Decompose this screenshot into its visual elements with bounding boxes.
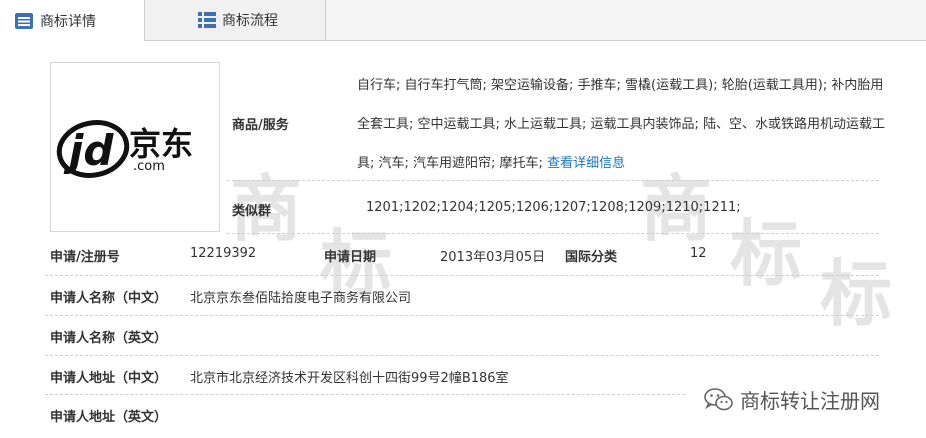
divider bbox=[227, 233, 879, 234]
logo-jd-text: jd bbox=[63, 126, 114, 175]
wechat-icon bbox=[704, 387, 734, 413]
logo-com-text: .com bbox=[133, 159, 165, 174]
intl-class-value: 12 bbox=[690, 246, 707, 261]
tab-bar: 商标详情 商标流程 bbox=[0, 0, 926, 41]
goods-services-value: 自行车; 自行车打气筒; 架空运输设备; 手推车; 雪橇(运载工具); 轮胎(运… bbox=[357, 66, 887, 183]
applicant-name-en-label: 申请人名称（英文） bbox=[50, 331, 168, 346]
apply-date-label: 申请日期 bbox=[324, 250, 377, 265]
applicant-address-en-label: 申请人地址（英文） bbox=[50, 410, 168, 425]
watermark-glyph: 标 bbox=[820, 252, 893, 336]
divider bbox=[227, 180, 879, 181]
view-details-link[interactable]: 查看详细信息 bbox=[547, 156, 625, 171]
goods-services-label: 商品/服务 bbox=[232, 118, 289, 133]
list-icon bbox=[14, 12, 34, 30]
intl-class-label: 国际分类 bbox=[565, 250, 618, 265]
grid-icon bbox=[198, 12, 216, 28]
applicant-address-cn-value: 北京市北京经济技术开发区科创十四街99号2幢B186室 bbox=[190, 371, 509, 386]
divider bbox=[45, 355, 879, 356]
applicant-name-cn-value: 北京京东叁佰陆拾度电子商务有限公司 bbox=[190, 291, 412, 306]
divider bbox=[45, 394, 685, 395]
registration-no-label: 申请/注册号 bbox=[50, 250, 120, 265]
applicant-address-cn-label: 申请人地址（中文） bbox=[50, 371, 168, 386]
divider bbox=[45, 275, 879, 276]
watermark-glyph: 标 bbox=[730, 212, 803, 296]
trademark-logo: jd 京东 .com bbox=[50, 62, 220, 232]
divider bbox=[45, 315, 879, 316]
watermark-text: 商标转让注册网 bbox=[740, 389, 880, 413]
registration-no-value: 12219392 bbox=[190, 246, 257, 261]
applicant-name-cn-label: 申请人名称（中文） bbox=[50, 291, 168, 306]
tab-label: 商标详情 bbox=[40, 13, 96, 30]
apply-date-value: 2013年03月05日 bbox=[440, 250, 546, 265]
tab-trademark-process[interactable]: 商标流程 bbox=[146, 0, 326, 40]
logo-cn-text: 京东 bbox=[129, 125, 193, 163]
similar-group-value: 1201;1202;1204;1205;1206;1207;1208;1209;… bbox=[366, 200, 741, 215]
wechat-watermark: 商标转让注册网 bbox=[704, 385, 880, 414]
tab-trademark-details[interactable]: 商标详情 bbox=[0, 0, 145, 41]
tab-label: 商标流程 bbox=[222, 13, 278, 29]
similar-group-label: 类似群 bbox=[232, 204, 272, 219]
